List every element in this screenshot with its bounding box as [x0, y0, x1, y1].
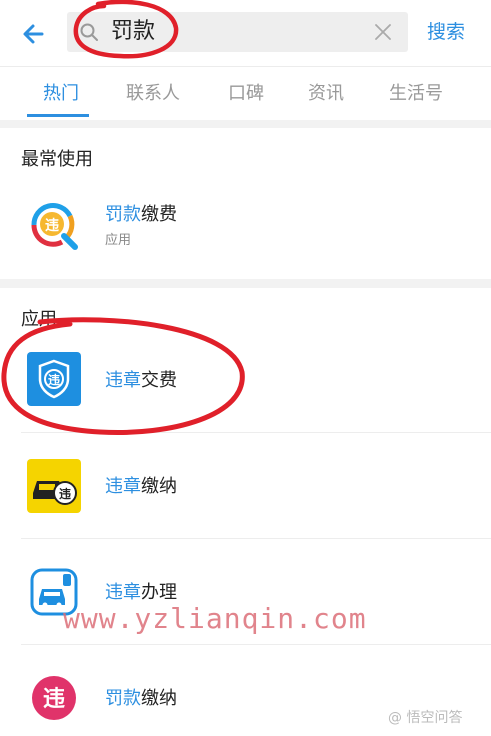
- section-title-recent: 最常使用: [21, 149, 93, 170]
- app-name: 罚款缴费: [105, 204, 177, 225]
- search-icon: [80, 23, 98, 41]
- section-title-apps: 应用: [21, 309, 57, 330]
- svg-text:违: 违: [45, 217, 59, 234]
- search-button[interactable]: 搜索: [427, 19, 465, 45]
- corner-logo: @ 悟空问答: [388, 710, 463, 726]
- section-gap: [0, 279, 491, 288]
- magnifier-violation-icon: 违: [31, 202, 78, 250]
- app-name: 违章交费: [105, 370, 177, 391]
- tab-contacts[interactable]: 联系人: [126, 81, 180, 107]
- tab-news[interactable]: 资讯: [308, 81, 344, 107]
- svg-text:违: 违: [59, 486, 71, 501]
- app-type-label: 应用: [105, 233, 132, 248]
- svg-text:违: 违: [43, 686, 65, 712]
- svg-text:违: 违: [48, 372, 60, 387]
- category-tabs: 热门 联系人 口碑 资讯 生活号: [0, 66, 491, 120]
- app-name: 违章缴纳: [105, 476, 177, 497]
- divider: [21, 644, 491, 645]
- active-tab-indicator: [27, 114, 89, 117]
- car-violation-icon: 违: [27, 459, 81, 513]
- tab-hot[interactable]: 热门: [43, 81, 79, 107]
- clear-icon[interactable]: [374, 23, 392, 41]
- search-query-text: 罚款: [111, 19, 156, 44]
- top-bar: 罚款 搜索: [0, 0, 491, 66]
- divider: [21, 432, 491, 433]
- section-gap: [0, 120, 491, 128]
- watermark-text: www.yzlianqin.com: [63, 602, 367, 635]
- search-input[interactable]: 罚款: [67, 12, 408, 52]
- tab-life-account[interactable]: 生活号: [389, 81, 443, 107]
- back-arrow-icon[interactable]: [18, 18, 50, 50]
- shield-violation-icon: 违: [27, 352, 81, 406]
- app-name: 罚款缴纳: [105, 688, 177, 709]
- tab-koubei[interactable]: 口碑: [228, 81, 264, 107]
- violation-badge-icon: 违: [32, 676, 76, 720]
- divider: [21, 538, 491, 539]
